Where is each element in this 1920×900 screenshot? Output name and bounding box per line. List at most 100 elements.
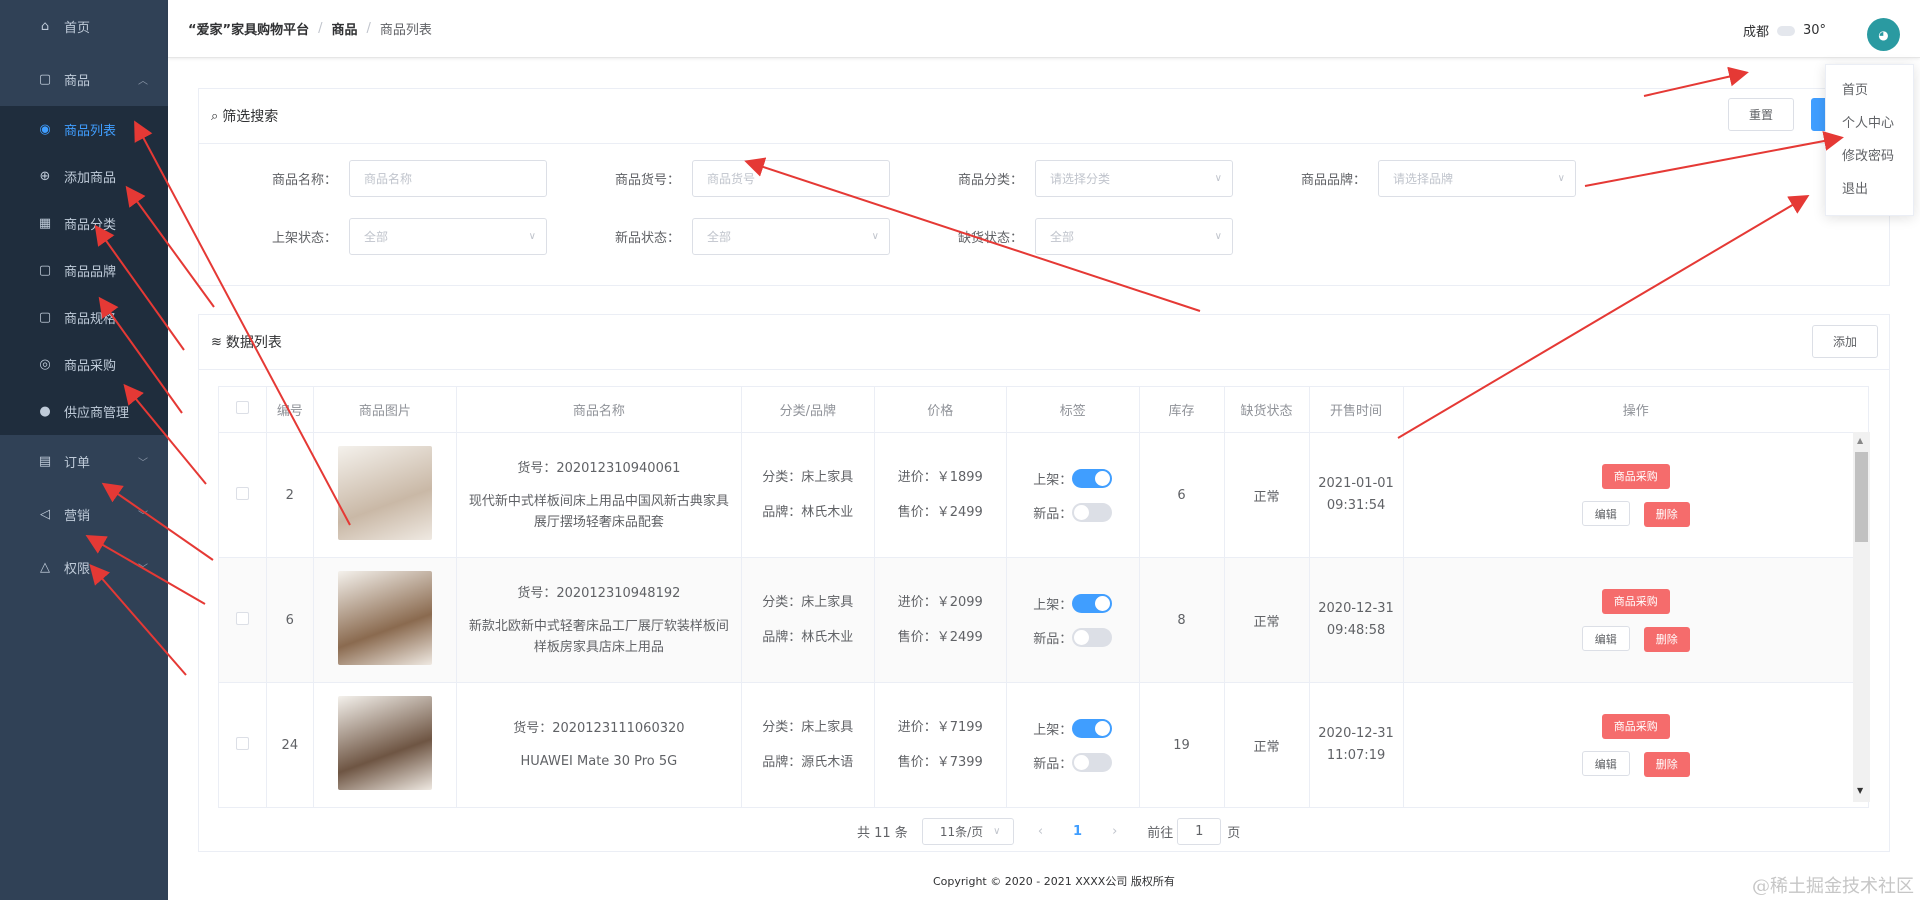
edit-button[interactable]: 编辑 xyxy=(1581,500,1630,526)
new-product-switch[interactable] xyxy=(1072,627,1113,647)
breadcrumb-product[interactable]: 商品 xyxy=(331,19,357,38)
stock-status-cell: 正常 xyxy=(1223,557,1310,683)
on-shelf-switch[interactable] xyxy=(1072,718,1113,738)
row-checkbox[interactable] xyxy=(235,486,249,500)
dropdown-item-change-password[interactable]: 修改密码 xyxy=(1826,140,1913,173)
footer-copyright: Copyright © 2020 - 2021 XXXX公司 版权所有 xyxy=(933,875,1175,888)
scrollbar-thumb[interactable] xyxy=(1855,452,1868,542)
next-page-icon[interactable]: › xyxy=(1112,824,1117,839)
select-all-checkbox[interactable] xyxy=(235,401,249,414)
sidebar-item-spec[interactable]: ▢ 商品规格 xyxy=(0,294,168,341)
new-status-value: 全部 xyxy=(707,230,732,244)
purchase-button[interactable]: 商品采购 xyxy=(1601,713,1670,739)
sidebar-item-purchase[interactable]: ◎ 商品采购 xyxy=(0,341,168,388)
purchase-button[interactable]: 商品采购 xyxy=(1601,588,1670,614)
plus-circle-icon: ⊕ xyxy=(39,169,51,184)
sidebar-item-label: 首页 xyxy=(64,21,91,36)
sale-price: 售价：￥2499 xyxy=(897,505,983,520)
category-select[interactable]: 请选择分类 ∨ xyxy=(1035,160,1233,197)
image-cell xyxy=(313,432,457,558)
cost-price: 进价：￥7199 xyxy=(897,720,983,735)
reset-button[interactable]: 重置 xyxy=(1728,98,1794,131)
sidebar-item-brand[interactable]: ▢ 商品品牌 xyxy=(0,247,168,294)
scroll-up-icon[interactable]: ▲ xyxy=(1857,436,1863,445)
on-shelf-switch[interactable] xyxy=(1072,593,1113,613)
page-size-value: 11条/页 xyxy=(939,825,984,839)
operation-cell: 商品采购编辑 删除 xyxy=(1402,557,1870,683)
page-size-select[interactable]: 11条/页 ∨ xyxy=(921,818,1014,845)
brand-placeholder: 请选择品牌 xyxy=(1393,172,1454,186)
app-window: ⌂ 首页 ▢ 商品 ︿ ◉ 商品列表 ⊕ 添加商品 ▦ 商品分类 ▢ 商品品牌 xyxy=(0,0,1920,900)
prev-page-icon[interactable]: ‹ xyxy=(1038,824,1043,839)
new-status-select[interactable]: 全部 ∨ xyxy=(692,218,890,255)
sidebar-item-category[interactable]: ▦ 商品分类 xyxy=(0,200,168,247)
purchase-button[interactable]: 商品采购 xyxy=(1601,463,1670,489)
dropdown-item-profile[interactable]: 个人中心 xyxy=(1826,107,1913,140)
delete-button[interactable]: 删除 xyxy=(1643,751,1690,777)
target-icon: ◎ xyxy=(39,357,51,372)
product-submenu: ◉ 商品列表 ⊕ 添加商品 ▦ 商品分类 ▢ 商品品牌 ▢ 商品规格 ◎ 商品采… xyxy=(0,106,168,435)
sidebar-item-marketing[interactable]: ◁ 营销 ﹀ xyxy=(0,488,168,541)
sidebar-item-product[interactable]: ▢ 商品 ︿ xyxy=(0,53,168,106)
sale-date: 2020-12-31 xyxy=(1318,601,1394,616)
edit-button[interactable]: 编辑 xyxy=(1581,625,1630,651)
dropdown-item-home[interactable]: 首页 xyxy=(1826,74,1913,107)
sidebar-item-label: 权限 xyxy=(64,562,91,577)
new-product-switch[interactable] xyxy=(1072,752,1113,772)
sidebar-item-add-product[interactable]: ⊕ 添加商品 xyxy=(0,153,168,200)
stock-status-select[interactable]: 全部 ∨ xyxy=(1035,218,1233,255)
row-checkbox[interactable] xyxy=(235,611,249,625)
goto-label: 前往 xyxy=(1147,826,1174,841)
row-checkbox[interactable] xyxy=(235,736,249,750)
search-icon: ⌕ xyxy=(211,108,219,124)
column-header: 标签 xyxy=(1006,386,1140,433)
price-cell: 进价：￥7199 售价：￥7399 xyxy=(873,682,1008,808)
name-label: 商品名称： xyxy=(271,173,337,188)
column-header: 开售时间 xyxy=(1308,386,1404,433)
product-image xyxy=(337,571,432,665)
megaphone-icon: ◁ xyxy=(40,507,50,522)
sidebar-item-home[interactable]: ⌂ 首页 xyxy=(0,0,168,53)
sale-price: 售价：￥2499 xyxy=(897,630,983,645)
new-product-switch[interactable] xyxy=(1072,502,1113,522)
stock-cell: 19 xyxy=(1138,682,1225,808)
sidebar-item-order[interactable]: ▤ 订单 ﹀ xyxy=(0,435,168,488)
sidebar-item-permission[interactable]: △ 权限 ﹀ xyxy=(0,541,168,594)
sku-input[interactable]: 商品货号 xyxy=(692,160,890,197)
breadcrumb-home[interactable]: “爱家”家具购物平台 xyxy=(188,19,309,38)
name-placeholder: 商品名称 xyxy=(364,172,413,186)
goto-input[interactable]: 1 xyxy=(1177,818,1222,845)
cloud-icon xyxy=(1776,25,1795,36)
image-cell xyxy=(313,682,457,808)
page-suffix: 页 xyxy=(1227,826,1241,841)
on-shelf-switch[interactable] xyxy=(1072,468,1113,488)
brand-select[interactable]: 请选择品牌 ∨ xyxy=(1378,160,1576,197)
add-button[interactable]: 添加 xyxy=(1812,325,1878,358)
document-icon: ▤ xyxy=(38,454,52,469)
shelf-status-select[interactable]: 全部 ∨ xyxy=(349,218,547,255)
delete-button[interactable]: 删除 xyxy=(1643,626,1690,652)
breadcrumb: “爱家”家具购物平台 / 商品 / 商品列表 xyxy=(188,19,432,38)
product-name: 现代新中式样板间床上用品中国风新古典家具展厅摆场轻奢床品配套 xyxy=(468,493,729,530)
name-input[interactable]: 商品名称 xyxy=(349,160,547,197)
table-row: 24 货号：2020123111060320 HUAWEI Mate 30 Pro … xyxy=(218,682,1870,808)
sidebar-item-supplier[interactable]: ● 供应商管理 xyxy=(0,388,168,435)
stock-cell: 6 xyxy=(1138,432,1225,558)
shelf-status-value: 全部 xyxy=(364,230,389,244)
delete-button[interactable]: 删除 xyxy=(1643,501,1690,527)
sale-time-cell: 2020-12-31 09:48:58 xyxy=(1308,557,1404,683)
avatar[interactable]: ◕ xyxy=(1867,18,1900,51)
product-name: HUAWEI Mate 30 Pro 5G xyxy=(520,754,678,769)
shelf-status-label: 上架状态： xyxy=(271,231,337,246)
page-number-current[interactable]: 1 xyxy=(1073,824,1082,839)
row-select-cell xyxy=(218,432,267,558)
edit-button[interactable]: 编辑 xyxy=(1581,750,1630,776)
scroll-down-icon[interactable]: ▼ xyxy=(1857,786,1863,795)
column-header: 操作 xyxy=(1402,386,1870,433)
category-brand-cell: 分类：床上家具 品牌：林氏木业 xyxy=(741,432,875,558)
sidebar-item-product-list[interactable]: ◉ 商品列表 xyxy=(0,106,168,153)
dropdown-item-logout[interactable]: 退出 xyxy=(1826,173,1913,206)
column-header: 商品图片 xyxy=(313,386,457,433)
row-select-cell xyxy=(218,682,267,808)
select-all-header xyxy=(218,386,267,433)
